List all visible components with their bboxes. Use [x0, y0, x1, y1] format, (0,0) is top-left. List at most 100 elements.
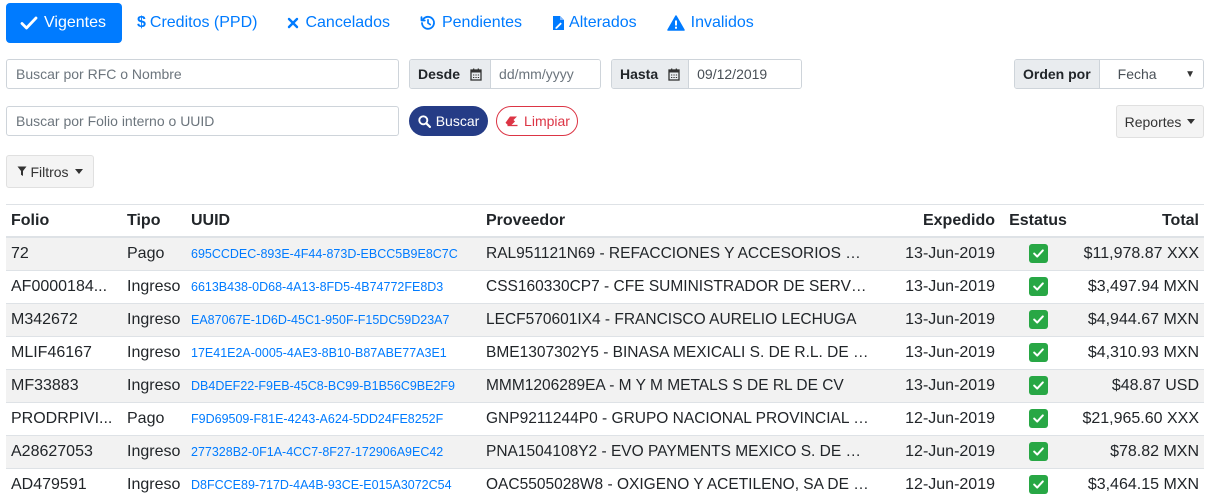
cell-folio: PRODRPIVI...: [6, 401, 122, 435]
limpiar-label: Limpiar: [524, 113, 570, 129]
tab-pendientes[interactable]: Pendientes: [405, 3, 537, 43]
tab-label: Vigentes: [44, 14, 106, 31]
chevron-down-icon: ▼: [1185, 68, 1195, 80]
tab-vigentes[interactable]: Vigentes: [6, 3, 122, 43]
hasta-label: Hasta: [620, 66, 659, 82]
cell-tipo: Ingreso: [122, 335, 186, 369]
col-header-estatus[interactable]: Estatus: [1000, 205, 1076, 238]
cell-tipo: Ingreso: [122, 467, 186, 501]
filtros-label: Filtros: [30, 163, 69, 180]
desde-date-input[interactable]: dd/mm/yyyy: [491, 60, 600, 88]
cell-expedido: 12-Jun-2019: [874, 434, 1000, 468]
cell-total: $21,965.60 XXX: [1076, 401, 1204, 435]
tab-bar: Vigentes $ Creditos (PPD) Cancelados Pen…: [6, 3, 769, 43]
filter-icon: [17, 166, 27, 177]
table-row[interactable]: MLIF46167 Ingreso 17E41E2A-0005-4AE3-8B10-…: [6, 335, 1204, 369]
cell-estatus: [1000, 335, 1076, 369]
hasta-date-group: Hasta 09/12/2019: [611, 59, 802, 89]
cell-uuid-link[interactable]: 277328B2-0F1A-4CC7-8F27-172906A9EC42: [186, 434, 481, 468]
table-row[interactable]: A28627053 Ingreso 277328B2-0F1A-4CC7-8F27-…: [6, 434, 1204, 468]
cell-estatus: [1000, 434, 1076, 468]
desde-date-group: Desde dd/mm/yyyy: [409, 59, 601, 89]
orden-select-group: Orden por Fecha ▼: [1014, 59, 1204, 89]
cell-proveedor: BME1307302Y5 - BINASA MEXICALI S. DE R.L…: [481, 335, 874, 369]
cell-uuid-link[interactable]: F9D69509-F81E-4243-A624-5DD24FE8252F: [186, 401, 481, 435]
tab-invalidos[interactable]: Invalidos: [652, 3, 769, 43]
cell-proveedor: PNA1504108Y2 - EVO PAYMENTS MEXICO S. DE…: [481, 434, 874, 468]
col-header-expedido[interactable]: Expedido: [874, 205, 1000, 238]
cell-folio: AD479591: [6, 467, 122, 501]
cell-total: $78.82 MXN: [1076, 434, 1204, 468]
cell-proveedor: LECF570601IX4 - FRANCISCO AURELIO LECHUG…: [481, 302, 874, 336]
check-square-icon: [1028, 310, 1048, 329]
folio-uuid-search-input[interactable]: Buscar por Folio interno o UUID: [6, 106, 399, 136]
tab-label: Pendientes: [441, 14, 523, 31]
table-row[interactable]: MF33883 Ingreso DB4DEF22-F9EB-45C8-BC99-B1…: [6, 368, 1204, 402]
file-edit-icon: [552, 15, 565, 31]
tab-alterados[interactable]: Alterados: [537, 3, 652, 43]
tab-cancelados[interactable]: Cancelados: [272, 3, 405, 43]
rfc-search-input[interactable]: Buscar por RFC o Nombre: [6, 59, 399, 89]
check-square-icon: [1028, 376, 1048, 395]
cell-proveedor: RAL951121N69 - REFACCIONES Y ACCESORIOS …: [481, 236, 874, 270]
cell-tipo: Ingreso: [122, 269, 186, 303]
col-header-folio[interactable]: Folio: [6, 205, 122, 238]
cell-estatus: [1000, 269, 1076, 303]
cell-total: $4,310.93 MXN: [1076, 335, 1204, 369]
history-icon: [420, 15, 436, 31]
rfc-search-placeholder: Buscar por RFC o Nombre: [16, 66, 182, 82]
filtros-dropdown-button[interactable]: Filtros: [6, 155, 94, 188]
check-square-icon: [1028, 442, 1048, 461]
tab-label: Creditos (PPD): [149, 14, 258, 31]
reportes-label: Reportes: [1124, 113, 1182, 130]
cell-estatus: [1000, 401, 1076, 435]
table-row[interactable]: 72 Pago 695CCDEC-893E-4F44-873D-EBCC5B9E8C…: [6, 236, 1204, 270]
cell-folio: A28627053: [6, 434, 122, 468]
cell-expedido: 13-Jun-2019: [874, 335, 1000, 369]
cell-expedido: 13-Jun-2019: [874, 269, 1000, 303]
reportes-dropdown-button[interactable]: Reportes: [1116, 105, 1204, 138]
hasta-date-input[interactable]: 09/12/2019: [689, 60, 801, 88]
orden-value: Fecha: [1117, 66, 1157, 82]
cell-folio: M342672: [6, 302, 122, 336]
buscar-button[interactable]: Buscar: [409, 106, 488, 136]
table-row[interactable]: AF0000184... Ingreso 6613B438-0D68-4A13-8F…: [6, 269, 1204, 303]
cell-expedido: 13-Jun-2019: [874, 368, 1000, 402]
cell-proveedor: GNP9211244P0 - GRUPO NACIONAL PROVINCIAL…: [481, 401, 874, 435]
check-square-icon: [1028, 244, 1048, 264]
tab-label: Invalidos: [690, 14, 754, 31]
calendar-icon: [470, 68, 482, 81]
table-row[interactable]: PRODRPIVI... Pago F9D69509-F81E-4243-A624-…: [6, 401, 1204, 435]
check-square-icon: [1028, 343, 1048, 362]
col-header-uuid[interactable]: UUID: [186, 205, 481, 238]
orden-select[interactable]: Fecha ▼: [1099, 60, 1203, 88]
cell-uuid-link[interactable]: D8FCCE89-717D-4A4B-93CE-E015A3072C54: [186, 467, 481, 501]
cell-tipo: Ingreso: [122, 368, 186, 402]
table-body: 72 Pago 695CCDEC-893E-4F44-873D-EBCC5B9E8C…: [6, 236, 1204, 501]
hasta-addon: Hasta: [612, 60, 690, 88]
limpiar-button[interactable]: Limpiar: [496, 106, 578, 136]
table-header-row: Folio Tipo UUID Proveedor Expedido Estat…: [6, 205, 1204, 238]
cell-total: $48.87 USD: [1076, 368, 1204, 402]
cell-uuid-link[interactable]: 6613B438-0D68-4A13-8FD5-4B74772FE8D3: [186, 269, 481, 303]
cell-uuid-link[interactable]: 695CCDEC-893E-4F44-873D-EBCC5B9E8C7C: [186, 236, 481, 270]
table-row[interactable]: M342672 Ingreso EA87067E-1D6D-45C1-950F-F1…: [6, 302, 1204, 336]
cell-uuid-link[interactable]: EA87067E-1D6D-45C1-950F-F15DC59D23A7: [186, 302, 481, 336]
col-header-total[interactable]: Total: [1076, 205, 1204, 238]
cell-proveedor: OAC5505028W8 - OXIGENO Y ACETILENO, SA D…: [481, 467, 874, 501]
x-icon: [287, 17, 299, 29]
invoice-table: Folio Tipo UUID Proveedor Expedido Estat…: [6, 205, 1204, 501]
tab-creditos-ppd[interactable]: $ Creditos (PPD): [122, 3, 272, 43]
cell-estatus: [1000, 236, 1076, 270]
cell-uuid-link[interactable]: 17E41E2A-0005-4AE3-8B10-B87ABE77A3E1: [186, 335, 481, 369]
cell-uuid-link[interactable]: DB4DEF22-F9EB-45C8-BC99-B1B56C9BE2F9: [186, 368, 481, 402]
table-row[interactable]: AD479591 Ingreso D8FCCE89-717D-4A4B-93CE-E…: [6, 467, 1204, 501]
col-header-proveedor[interactable]: Proveedor: [481, 205, 874, 238]
col-header-tipo[interactable]: Tipo: [122, 205, 186, 238]
dollar-icon: $: [136, 14, 146, 31]
cell-proveedor: CSS160330CP7 - CFE SUMINISTRADOR DE SERV…: [481, 269, 874, 303]
cell-expedido: 12-Jun-2019: [874, 401, 1000, 435]
check-square-icon: [1028, 277, 1048, 296]
cell-estatus: [1000, 302, 1076, 336]
calendar-icon: [668, 68, 680, 81]
